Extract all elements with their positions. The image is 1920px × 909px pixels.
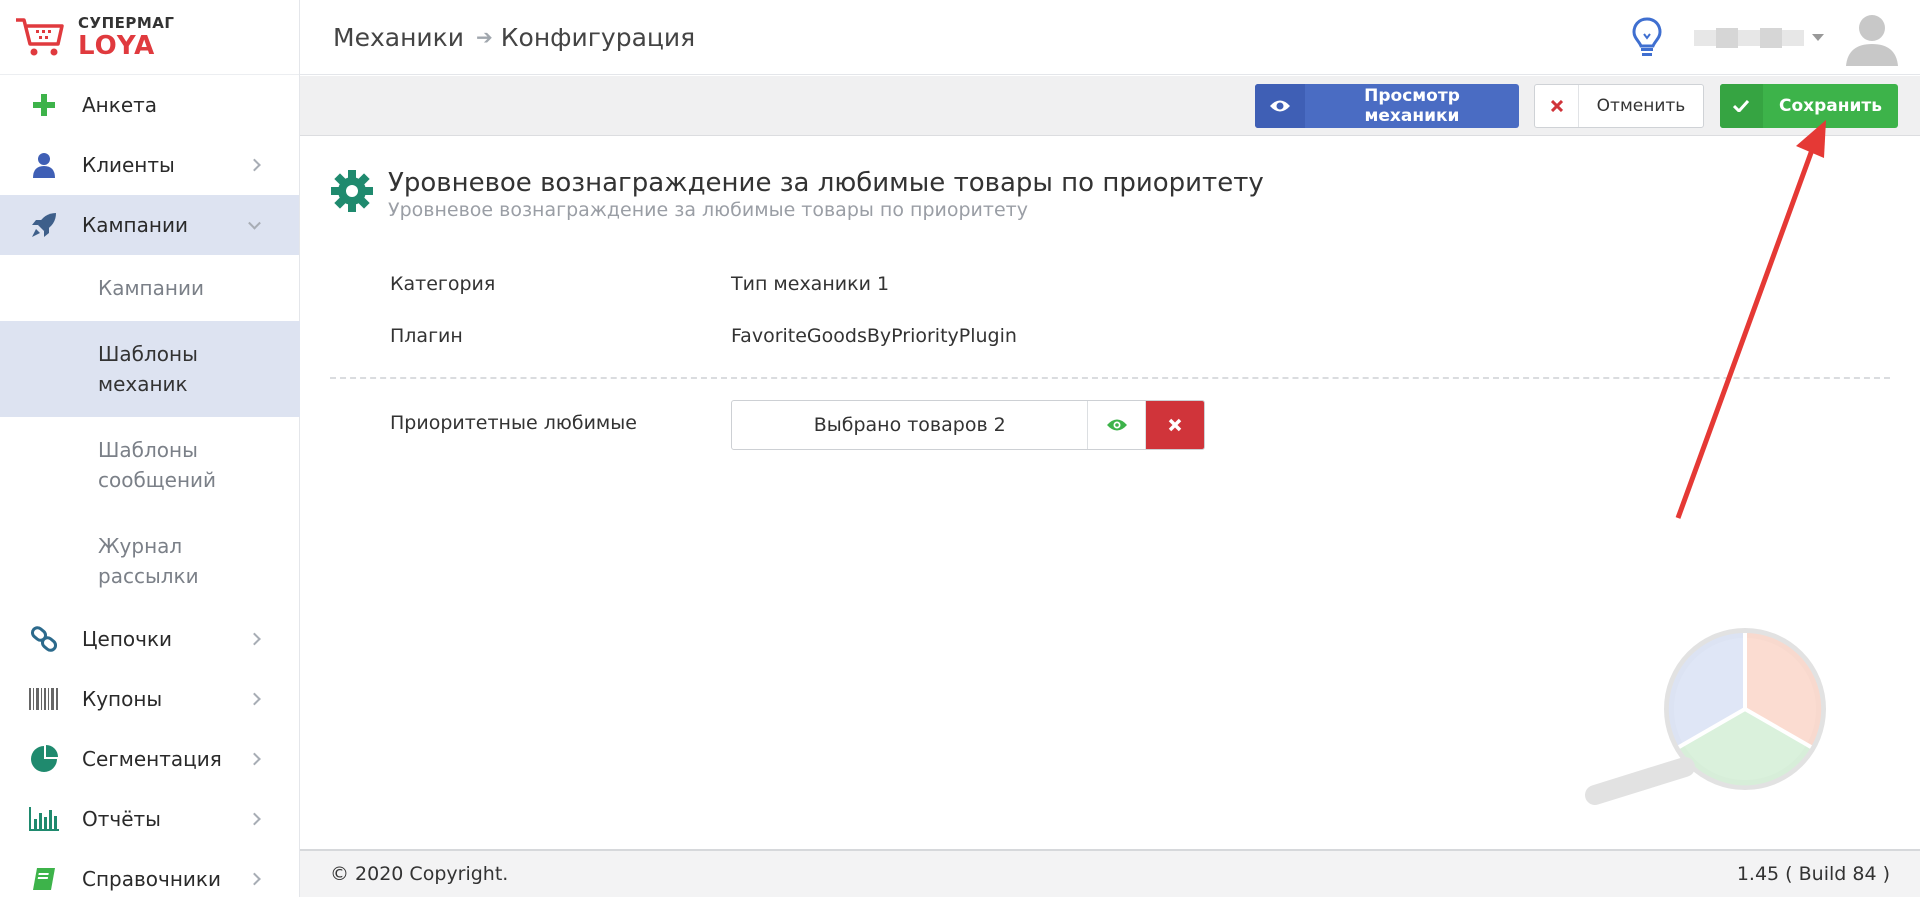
page-footer: © 2020 Copyright. 1.45 ( Build 84 ) [300,849,1920,897]
sidebar-item-coupons[interactable]: Купоны [0,669,299,729]
sidebar-item-reports[interactable]: Отчёты [0,789,299,849]
sidebar-item-chains[interactable]: Цепочки [0,609,299,669]
gear-icon [331,170,373,212]
user-icon [28,149,60,181]
magnifier-watermark-icon [1585,628,1826,805]
rocket-icon [28,209,60,241]
goods-picker: Выбрано товаров 2 [731,400,1205,450]
field-label: Плагин [390,325,463,347]
check-icon [1720,84,1763,128]
sidebar-item-label: Купоны [82,687,163,711]
version-text: 1.45 ( Build 84 ) [1736,863,1890,885]
sidebar-item-label: Отчёты [82,807,161,831]
sidebar-subitem-campaigns[interactable]: Кампании [0,255,299,321]
sidebar-item-label: Клиенты [82,153,175,177]
bar-chart-icon [28,803,60,835]
sidebar-item-clients[interactable]: Клиенты [0,135,299,195]
close-icon [1168,418,1182,432]
sidebar: СУПЕРМАГ LOYA Анкета Клиенты Кампании Ка… [0,0,300,897]
close-icon [1535,85,1579,127]
chain-icon [28,623,60,655]
chevron-right-icon [248,632,261,646]
chevron-right-icon [248,812,261,826]
field-value: Тип механики 1 [731,273,890,295]
sidebar-item-label: Кампании [82,213,188,237]
cancel-label: Отменить [1596,96,1686,116]
avatar[interactable] [1844,10,1900,66]
field-plugin: Плагин FavoriteGoodsByPriorityPlugin [390,325,1017,347]
sidebar-item-label: Анкета [82,93,158,117]
chevron-down-icon[interactable] [1812,34,1824,41]
chevron-right-icon [248,872,261,886]
sidebar-subitem-mailing-log[interactable]: Журнал рассылки [0,513,300,609]
breadcrumb-configuration: Конфигурация [500,22,696,52]
arrow-right-icon: ➔ [476,25,493,49]
sidebar-item-label: Цепочки [82,627,173,651]
sidebar-subitem-mechanic-templates[interactable]: Шаблоны механик [0,321,300,417]
eye-icon[interactable] [1088,401,1147,449]
sidebar-item-segmentation[interactable]: Сегментация [0,729,299,789]
field-label: Категория [390,273,496,295]
eye-icon [1255,84,1305,128]
selected-goods-button[interactable]: Выбрано товаров 2 [732,401,1089,449]
sidebar-item-label: Справочники [82,867,221,891]
pie-chart-icon [28,743,60,775]
book-icon [28,863,60,895]
main-content: Уровневое вознаграждение за любимые това… [300,137,1920,849]
view-mechanic-button[interactable]: Просмотр механики [1255,84,1519,128]
logo-top-text: СУПЕРМАГ [78,13,175,32]
chevron-right-icon [248,752,261,766]
page-subtitle: Уровневое вознаграждение за любимые това… [388,199,1028,221]
barcode-icon [28,683,60,715]
clear-selection-button[interactable] [1146,401,1204,449]
shopping-cart-logo-icon [16,18,64,56]
copyright-text: © 2020 Copyright. [330,863,509,885]
top-header: Механики ➔ Конфигурация [300,0,1920,75]
sidebar-item-label: Сегментация [82,747,222,771]
chevron-down-icon [248,216,261,230]
cancel-button[interactable]: Отменить [1534,84,1704,128]
section-divider [330,377,1890,379]
sidebar-item-directories[interactable]: Справочники [0,849,299,909]
breadcrumb: Механики ➔ Конфигурация [333,23,695,52]
app-logo[interactable]: СУПЕРМАГ LOYA [0,0,299,75]
page-title: Уровневое вознаграждение за любимые това… [388,168,1264,198]
mechanic-header: Уровневое вознаграждение за любимые това… [330,167,1264,221]
chevron-right-icon [248,692,261,706]
chevron-right-icon [248,158,261,172]
action-toolbar: Просмотр механики Отменить Сохранить [300,76,1920,136]
priority-favorites-label: Приоритетные любимые [390,412,637,434]
field-value: FavoriteGoodsByPriorityPlugin [731,325,1017,347]
logo-bottom-text: LOYA [78,30,156,61]
save-label: Сохранить [1778,96,1882,116]
sidebar-item-campaigns[interactable]: Кампании [0,195,299,255]
sidebar-subitem-message-templates[interactable]: Шаблоны сообщений [0,417,300,513]
sidebar-item-anketa[interactable]: Анкета [0,75,299,135]
save-button[interactable]: Сохранить [1720,84,1898,128]
field-category: Категория Тип механики 1 [390,273,889,295]
lightbulb-icon[interactable] [1630,16,1664,60]
view-mechanic-label: Просмотр механики [1364,86,1460,126]
plus-icon [28,89,60,121]
user-name-blurred[interactable] [1694,22,1804,54]
breadcrumb-mechanics[interactable]: Механики [333,23,464,52]
